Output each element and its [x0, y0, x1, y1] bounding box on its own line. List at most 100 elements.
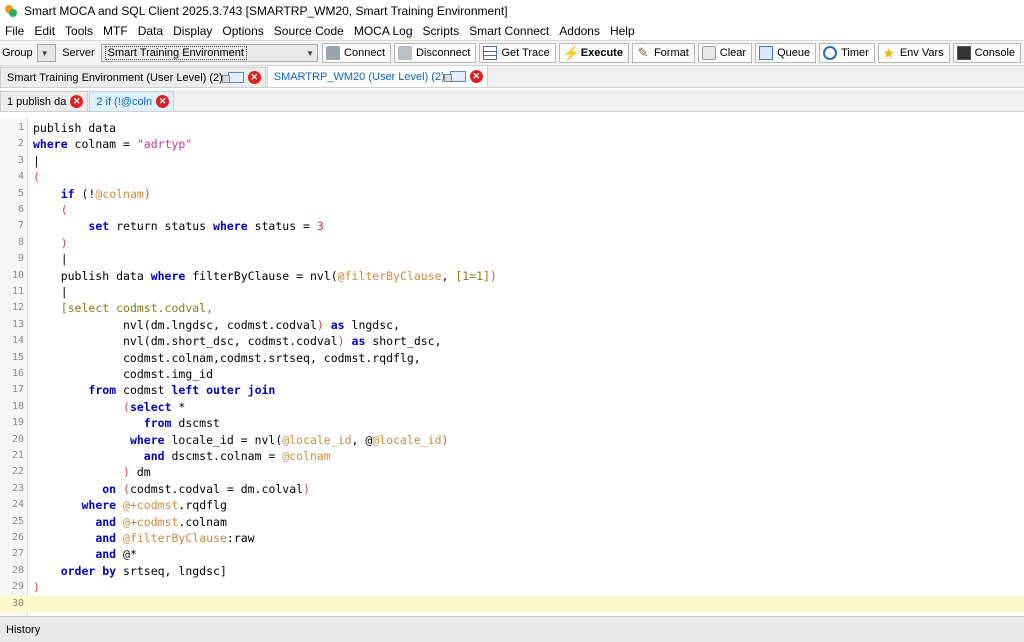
tab-label: 2 if (!@coln	[96, 95, 153, 108]
code-line[interactable]: 6 (	[0, 202, 1024, 218]
close-icon[interactable]: ✕	[247, 71, 261, 84]
code-token: on	[102, 481, 117, 496]
code-token: @+codmst	[123, 498, 179, 513]
menu-item-source-code[interactable]: Source Code	[269, 24, 349, 38]
history-label: History	[6, 623, 41, 636]
get-trace-button[interactable]: Get Trace	[479, 43, 556, 63]
code-token: short_dsc,	[365, 334, 442, 349]
code-line[interactable]: 26 and @filterByClause:raw	[0, 530, 1024, 546]
code-text: set return status where status = 3	[33, 218, 323, 234]
code-line[interactable]: 14 nvl(dm.short_dsc, codmst.codval) as s…	[0, 333, 1024, 349]
code-token: , @	[351, 432, 373, 447]
console-button[interactable]: Console	[952, 43, 1021, 63]
code-editor[interactable]: 1 publish data 2 where colnam = "adrtyp" 3 | 4…	[0, 118, 1024, 616]
code-token: )	[60, 235, 68, 250]
close-icon[interactable]: ✕	[70, 95, 84, 108]
code-line[interactable]: 21 and dscmst.colnam = @colnam	[0, 448, 1024, 464]
queue-button[interactable]: Queue	[755, 43, 817, 63]
menu-item-moca-log[interactable]: MOCA Log	[349, 24, 418, 38]
line-number: 24	[11, 499, 24, 511]
timer-button[interactable]: Timer	[819, 43, 875, 63]
code-token: lngdsc,	[344, 317, 400, 332]
close-icon[interactable]: ✕	[156, 95, 170, 108]
env-vars-button[interactable]: ★ Env Vars	[877, 43, 950, 63]
code-line[interactable]: 30	[0, 595, 1024, 612]
code-token: @*	[116, 547, 137, 562]
query-tab[interactable]: 2 if (!@coln ✕	[89, 91, 175, 111]
code-text: |	[33, 284, 68, 300]
menu-item-data[interactable]: Data	[133, 24, 168, 38]
code-token: @locale_id	[372, 432, 442, 447]
menu-item-edit[interactable]: Edit	[29, 24, 60, 38]
code-line[interactable]: 1 publish data	[0, 120, 1024, 136]
code-line[interactable]: 24 where @+codmst.rqdflg	[0, 497, 1024, 513]
code-line[interactable]: 8 )	[0, 235, 1024, 251]
group-select[interactable]: ▼	[36, 44, 57, 62]
disconnect-button[interactable]: Disconnect	[394, 43, 477, 63]
code-line[interactable]: 28 order by srtseq, lngdsc]	[0, 563, 1024, 579]
code-line[interactable]: 9 |	[0, 251, 1024, 267]
unplug-icon	[398, 46, 413, 60]
connection-tab[interactable]: Smart Training Environment (User Level) …	[0, 67, 266, 87]
menu-item-file[interactable]: File	[0, 24, 29, 38]
code-line[interactable]: 7 set return status where status = 3	[0, 218, 1024, 234]
code-line[interactable]: 20 where locale_id = nvl(@locale_id, @@l…	[0, 432, 1024, 448]
code-text: where @+codmst.rqdflg	[33, 497, 226, 513]
button-label: Clear	[719, 47, 747, 59]
line-number: 9	[17, 253, 24, 265]
window-icon[interactable]	[443, 71, 466, 82]
clear-button[interactable]: Clear	[697, 43, 753, 63]
line-number: 26	[11, 532, 24, 543]
execute-button[interactable]: ⚡ Execute	[558, 43, 629, 63]
window-icon[interactable]	[221, 72, 244, 83]
code-text: where colnam = "adrtyp"	[33, 136, 192, 152]
menu-item-addons[interactable]: Addons	[554, 24, 605, 38]
button-label: Connect	[344, 47, 386, 59]
button-label: Queue	[777, 47, 811, 59]
code-line[interactable]: 25 and @+codmst.colnam	[0, 514, 1024, 530]
line-number: 4	[17, 171, 24, 183]
code-line[interactable]: 10 publish data where filterByClause = n…	[0, 268, 1024, 284]
code-line[interactable]: 18 (select *	[0, 399, 1024, 415]
menu-item-mtf[interactable]: MTF	[98, 24, 133, 38]
menu-item-scripts[interactable]: Scripts	[418, 24, 465, 38]
code-token: select	[129, 399, 172, 414]
code-token: )	[303, 481, 311, 496]
code-line[interactable]: 5 if (!@colnam)	[0, 186, 1024, 202]
format-button[interactable]: ✎ Format	[631, 43, 695, 63]
connect-button[interactable]: Connect	[322, 43, 392, 63]
code-line[interactable]: 29)	[0, 579, 1024, 595]
code-line[interactable]: 27 and @*	[0, 546, 1024, 562]
code-line[interactable]: 16 codmst.img_id	[0, 366, 1024, 382]
code-token: codmst.colnam,codmst.srtseq, codmst.rqdf…	[33, 350, 421, 365]
menu-item-help[interactable]: Help	[605, 24, 640, 38]
code-line[interactable]: 17 from codmst left outer join	[0, 382, 1024, 398]
code-line[interactable]: 15 codmst.colnam,codmst.srtseq, codmst.r…	[0, 350, 1024, 366]
query-tab[interactable]: 1 publish da ✕	[0, 91, 89, 111]
history-panel[interactable]: History	[0, 616, 1024, 642]
code-token: [1=1]	[455, 268, 490, 283]
menu-item-tools[interactable]: Tools	[60, 24, 98, 38]
menu-item-options[interactable]: Options	[217, 24, 268, 38]
code-line[interactable]: 12 [select codmst.codval,	[0, 300, 1024, 316]
code-text: from codmst left outer join	[33, 382, 275, 398]
code-text: and @+codmst.colnam	[33, 514, 227, 530]
code-token: publish data	[33, 121, 117, 135]
connection-tab[interactable]: SMARTRP_WM20 (User Level) (2) ✕	[266, 65, 488, 87]
code-line[interactable]: 19 from dscmst	[0, 415, 1024, 431]
code-line[interactable]: 11 |	[0, 284, 1024, 300]
code-line[interactable]: 23 on (codmst.codval = dm.colval)	[0, 481, 1024, 497]
server-select[interactable]: Smart Training Environment ▼	[100, 44, 319, 62]
code-line[interactable]: 22 ) dm	[0, 464, 1024, 480]
menu-item-smart-connect[interactable]: Smart Connect	[464, 24, 554, 38]
query-tabs: 1 publish da ✕ 2 if (!@coln ✕	[0, 90, 1024, 112]
code-line[interactable]: 3 |	[0, 153, 1024, 169]
close-icon[interactable]: ✕	[469, 70, 483, 83]
code-line[interactable]: 2 where colnam = "adrtyp"	[0, 136, 1024, 152]
code-line[interactable]: 4(	[0, 169, 1024, 185]
line-number: 17	[11, 384, 24, 396]
code-line[interactable]: 13 nvl(dm.lngdsc, codmst.codval) as lngd…	[0, 317, 1024, 333]
menu-item-display[interactable]: Display	[168, 24, 217, 38]
